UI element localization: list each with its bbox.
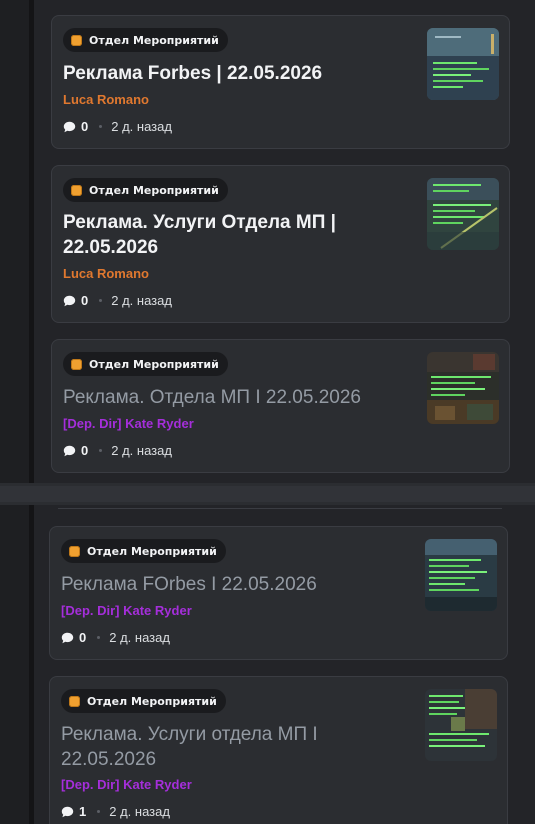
thread-card[interactable]: Отдел Мероприятий Реклама. Услуги отдела…: [49, 676, 508, 824]
orange-square-icon: [71, 34, 82, 46]
thread-author[interactable]: [Dep. Dir] Kate Ryder: [61, 603, 192, 618]
orange-square-icon: [71, 184, 82, 196]
thread-thumbnail[interactable]: [425, 539, 497, 611]
thread-timestamp: 2 д. назад: [109, 630, 170, 645]
thread-title[interactable]: Реклама FOrbes I 22.05.2026: [61, 572, 409, 597]
speech-bubble-icon: [61, 632, 74, 643]
orange-square-icon: [71, 358, 82, 370]
reply-count: 0: [81, 119, 89, 134]
thread-card[interactable]: Отдел Мероприятий Реклама Forbes | 22.05…: [51, 15, 510, 149]
thread-tag[interactable]: Отдел Мероприятий: [63, 352, 228, 376]
screenshot-separator: [0, 483, 535, 505]
thread-meta: 0 2 д. назад: [63, 119, 172, 134]
thread-card[interactable]: Отдел Мероприятий Реклама FOrbes I 22.05…: [49, 526, 508, 660]
thread-timestamp: 2 д. назад: [111, 293, 172, 308]
thread-tag-label: Отдел Мероприятий: [89, 357, 219, 371]
list-divider: [58, 508, 502, 509]
thread-tag[interactable]: Отдел Мероприятий: [63, 178, 228, 202]
speech-bubble-icon: [63, 121, 76, 132]
thread-tag-label: Отдел Мероприятий: [87, 694, 217, 708]
thread-meta: 0 2 д. назад: [63, 443, 172, 458]
thread-thumbnail[interactable]: [427, 28, 499, 100]
thread-thumbnail[interactable]: [427, 178, 499, 250]
meta-separator: [97, 636, 101, 639]
thread-tag[interactable]: Отдел Мероприятий: [63, 28, 228, 52]
thread-tag-label: Отдел Мероприятий: [87, 544, 217, 558]
thread-author[interactable]: Luca Romano: [63, 92, 149, 107]
thread-title[interactable]: Реклама. Услуги отдела МП I 22.05.2026: [61, 722, 361, 772]
speech-bubble-icon: [63, 295, 76, 306]
thread-meta: 0 2 д. назад: [61, 630, 170, 645]
meta-separator: [99, 299, 103, 302]
thread-list-screenshot: Отдел Мероприятий Реклама Forbes | 22.05…: [0, 0, 535, 824]
thread-thumbnail[interactable]: [425, 689, 497, 761]
meta-separator: [99, 125, 103, 128]
thread-title[interactable]: Реклама. Услуги Отдела МП | 22.05.2026: [63, 210, 363, 260]
thread-tag[interactable]: Отдел Мероприятий: [61, 689, 226, 713]
orange-square-icon: [69, 695, 80, 707]
thread-timestamp: 2 д. назад: [109, 804, 170, 819]
thread-author[interactable]: Luca Romano: [63, 266, 149, 281]
thread-tag[interactable]: Отдел Мероприятий: [61, 539, 226, 563]
reply-count: 1: [79, 804, 87, 819]
thread-title[interactable]: Реклама. Отдела МП I 22.05.2026: [63, 385, 411, 410]
reply-count: 0: [81, 443, 89, 458]
reply-count: 0: [81, 293, 89, 308]
thread-list-panel-top: Отдел Мероприятий Реклама Forbes | 22.05…: [0, 0, 535, 483]
thread-meta: 1 2 д. назад: [61, 804, 170, 819]
orange-square-icon: [69, 545, 80, 557]
separator-band: [0, 486, 535, 502]
thread-meta: 0 2 д. назад: [63, 293, 172, 308]
speech-bubble-icon: [61, 806, 74, 817]
meta-separator: [99, 449, 103, 452]
thread-thumbnail[interactable]: [427, 352, 499, 424]
thread-author[interactable]: [Dep. Dir] Kate Ryder: [61, 777, 192, 792]
thread-tag-label: Отдел Мероприятий: [89, 33, 219, 47]
reply-count: 0: [79, 630, 87, 645]
thread-card[interactable]: Отдел Мероприятий Реклама. Отдела МП I 2…: [51, 339, 510, 473]
thread-title[interactable]: Реклама Forbes | 22.05.2026: [63, 61, 411, 86]
thread-card[interactable]: Отдел Мероприятий Реклама. Услуги Отдела…: [51, 165, 510, 323]
thread-timestamp: 2 д. назад: [111, 443, 172, 458]
thread-list-panel-bottom: Отдел Мероприятий Реклама FOrbes I 22.05…: [0, 505, 535, 824]
speech-bubble-icon: [63, 445, 76, 456]
thread-author[interactable]: [Dep. Dir] Kate Ryder: [63, 416, 194, 431]
meta-separator: [97, 810, 101, 813]
thread-tag-label: Отдел Мероприятий: [89, 183, 219, 197]
thread-timestamp: 2 д. назад: [111, 119, 172, 134]
